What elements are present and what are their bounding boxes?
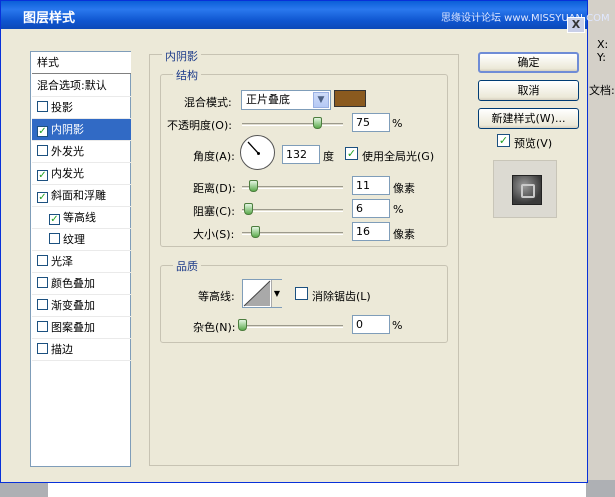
style-list-item[interactable]: 图案叠加 — [32, 317, 131, 339]
style-list-item[interactable]: ✓ 内阴影 — [32, 119, 131, 141]
blend-mode-select[interactable]: 正片叠底 ▼ — [241, 90, 331, 110]
unchecked-checkbox-icon[interactable] — [37, 277, 48, 288]
structure-title: 结构 — [173, 67, 201, 83]
angle-label: 角度(A): — [193, 150, 235, 163]
angle-needle-icon — [247, 141, 260, 155]
contour-curve-icon — [243, 280, 271, 307]
style-list-item-label: 混合选项:默认 — [37, 79, 107, 92]
preview-checkbox[interactable]: ✓ — [497, 134, 510, 147]
unchecked-checkbox-icon[interactable] — [37, 101, 48, 112]
ok-button[interactable]: 确定 — [478, 52, 579, 73]
style-list-item-label: 描边 — [51, 343, 73, 356]
choke-field[interactable]: 6 — [352, 199, 390, 218]
angle-dial[interactable] — [240, 135, 275, 170]
style-list-item[interactable]: ✓ 内发光 — [32, 163, 131, 185]
style-list-item-label: 渐变叠加 — [51, 299, 95, 312]
checked-checkbox-icon[interactable]: ✓ — [37, 170, 48, 181]
style-list-item[interactable]: 外发光 — [32, 141, 131, 163]
style-list-item[interactable]: 颜色叠加 — [32, 273, 131, 295]
contour-dropdown-arrow-icon[interactable]: ▼ — [271, 280, 282, 307]
style-list-item[interactable]: 渐变叠加 — [32, 295, 131, 317]
style-list-item-label: 内发光 — [51, 167, 84, 180]
checked-checkbox-icon[interactable]: ✓ — [37, 192, 48, 203]
y-readout-label: Y: — [597, 51, 606, 64]
unchecked-checkbox-icon[interactable] — [37, 343, 48, 354]
blend-mode-label: 混合模式: — [184, 96, 232, 109]
title-bar[interactable]: 图层样式 思缘设计论坛 www.MISSYUAN.COM — [1, 1, 610, 29]
opacity-slider-track[interactable] — [242, 123, 343, 126]
unchecked-checkbox-icon[interactable] — [37, 299, 48, 310]
noise-unit: % — [392, 319, 403, 332]
style-list-item-label: 内阴影 — [51, 123, 84, 136]
opacity-label: 不透明度(O): — [167, 119, 232, 132]
checked-checkbox-icon[interactable]: ✓ — [49, 214, 60, 225]
cancel-button[interactable]: 取消 — [478, 80, 579, 101]
noise-slider-track[interactable] — [242, 325, 343, 328]
size-unit: 像素 — [393, 228, 415, 241]
global-light-label[interactable]: 使用全局光(G) — [362, 148, 434, 164]
opacity-unit: % — [392, 117, 403, 130]
anti-alias-checkbox[interactable] — [295, 287, 308, 300]
style-list-item-label: 外发光 — [51, 145, 84, 158]
style-list-item-label: 等高线 — [63, 211, 96, 224]
blend-mode-value: 正片叠底 — [246, 93, 290, 106]
checked-checkbox-icon[interactable]: ✓ — [37, 126, 48, 137]
noise-slider-thumb[interactable] — [238, 319, 247, 331]
style-list-item[interactable]: ✓ 斜面和浮雕 — [32, 185, 131, 207]
contour-label: 等高线: — [198, 290, 235, 303]
unchecked-checkbox-icon[interactable] — [37, 145, 48, 156]
style-list-item-label: 光泽 — [51, 255, 73, 268]
window-title: 图层样式 — [23, 11, 76, 26]
size-slider-thumb[interactable] — [251, 226, 260, 238]
opacity-field[interactable]: 75 — [352, 113, 390, 132]
anti-alias-label[interactable]: 消除锯齿(L) — [312, 288, 371, 304]
style-list-item[interactable]: 纹理 — [32, 229, 131, 251]
preview-label[interactable]: 预览(V) — [514, 135, 552, 151]
style-list-item-label: 斜面和浮雕 — [51, 189, 106, 202]
global-light-checkbox[interactable]: ✓ — [345, 147, 358, 160]
angle-field[interactable]: 132 — [282, 145, 320, 164]
choke-label: 阻塞(C): — [193, 205, 235, 218]
chevron-down-icon[interactable]: ▼ — [313, 92, 329, 108]
unchecked-checkbox-icon[interactable] — [49, 233, 60, 244]
size-field[interactable]: 16 — [352, 222, 390, 241]
new-style-button[interactable]: 新建样式(W)... — [478, 108, 579, 129]
panel-title: 内阴影 — [162, 48, 201, 64]
noise-field[interactable]: 0 — [352, 315, 390, 334]
choke-unit: % — [393, 203, 404, 216]
quality-title: 品质 — [173, 258, 201, 274]
style-list-item[interactable]: 光泽 — [32, 251, 131, 273]
angle-unit: 度 — [323, 150, 334, 163]
shadow-color-swatch[interactable] — [334, 90, 366, 107]
choke-slider-track[interactable] — [242, 209, 343, 212]
distance-slider-thumb[interactable] — [249, 180, 258, 192]
style-list-item[interactable]: ✓ 等高线 — [32, 207, 131, 229]
style-list-item-label: 颜色叠加 — [51, 277, 95, 290]
style-list-item[interactable]: 混合选项:默认 — [32, 75, 131, 97]
style-list: 样式 混合选项:默认 投影 ✓ 内阴影 外发光 ✓ 内发光 ✓ 斜面和浮雕 ✓ 等高线 纹理 光泽 颜色叠… — [30, 51, 131, 467]
style-list-item-label: 图案叠加 — [51, 321, 95, 334]
style-list-header[interactable]: 样式 — [32, 52, 131, 74]
unchecked-checkbox-icon[interactable] — [37, 255, 48, 266]
choke-slider-thumb[interactable] — [244, 203, 253, 215]
distance-unit: 像素 — [393, 182, 415, 195]
style-list-item[interactable]: 描边 — [32, 339, 131, 361]
layer-style-dialog: 图层样式 思缘设计论坛 www.MISSYUAN.COM X 样式 混合选项:默… — [0, 0, 610, 483]
opacity-slider-thumb[interactable] — [312, 117, 322, 129]
preview-thumbnail — [512, 175, 542, 205]
distance-label: 距离(D): — [193, 182, 236, 195]
size-label: 大小(S): — [193, 228, 235, 241]
close-button[interactable]: X — [567, 17, 585, 33]
unchecked-checkbox-icon[interactable] — [37, 321, 48, 332]
style-list-item[interactable]: 投影 — [32, 97, 131, 119]
style-list-item-label: 投影 — [51, 101, 73, 114]
distance-field[interactable]: 11 — [352, 176, 390, 195]
x-readout-label: X: — [597, 38, 609, 51]
style-preview — [493, 160, 557, 218]
style-list-item-label: 纹理 — [63, 233, 85, 246]
document-label: 文档:1 — [589, 84, 615, 97]
background-panel: X: Y: 文档:1 — [586, 0, 615, 497]
noise-label: 杂色(N): — [193, 321, 236, 334]
